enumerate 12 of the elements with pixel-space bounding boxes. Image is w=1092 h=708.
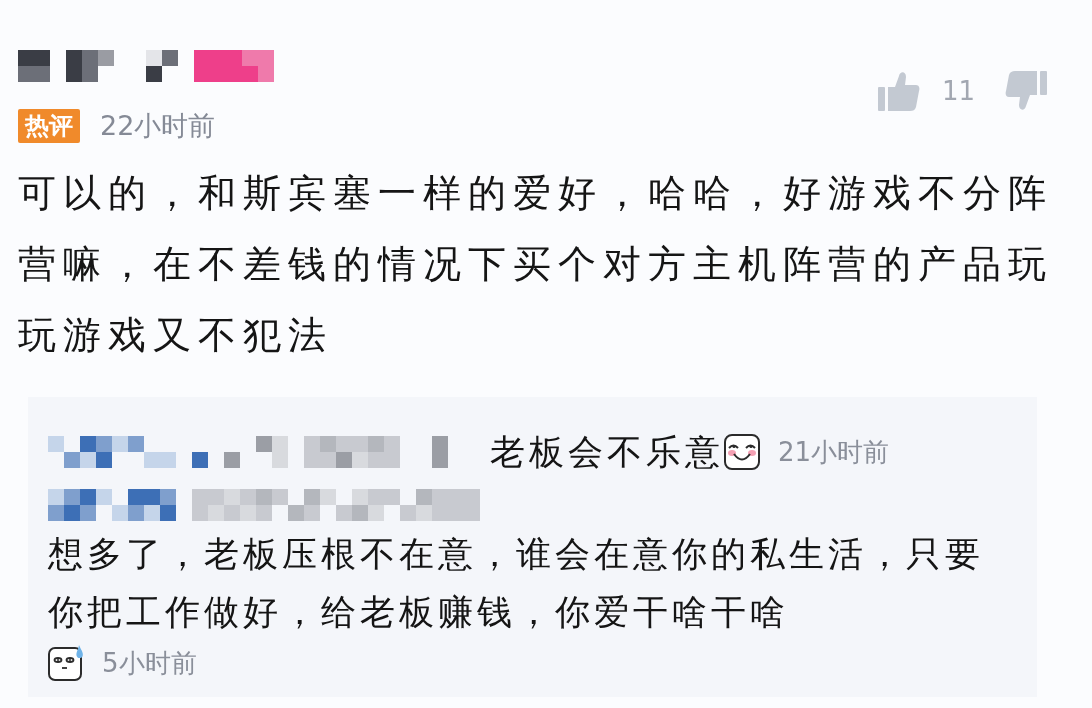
reply-text: 老板会不乐意 xyxy=(490,431,724,474)
sweating-face-icon xyxy=(48,645,84,681)
reply-time: 21小时前 xyxy=(778,435,890,469)
reply-text: 想多了，老板压根不在意，谁会在意你的私生活，只要你把工作做好，给老板赚钱，你爱干啥干啥 xyxy=(48,533,985,634)
like-count: 11 xyxy=(941,76,975,106)
smiling-face-icon xyxy=(724,434,760,470)
comment-text: 可以的，和斯宾塞一样的爱好，哈哈，好游戏不分阵营嘛，在不差钱的情况下买个对方主机阵营的产品玩玩游戏又不犯法 xyxy=(17,170,1054,359)
comment-time: 22小时前 xyxy=(100,109,216,143)
reply-time: 5小时前 xyxy=(102,646,197,680)
hot-comment-badge: 热评 xyxy=(18,109,80,143)
thumbs-down-icon[interactable] xyxy=(1005,70,1047,112)
thumbs-up-icon[interactable] xyxy=(877,70,920,112)
